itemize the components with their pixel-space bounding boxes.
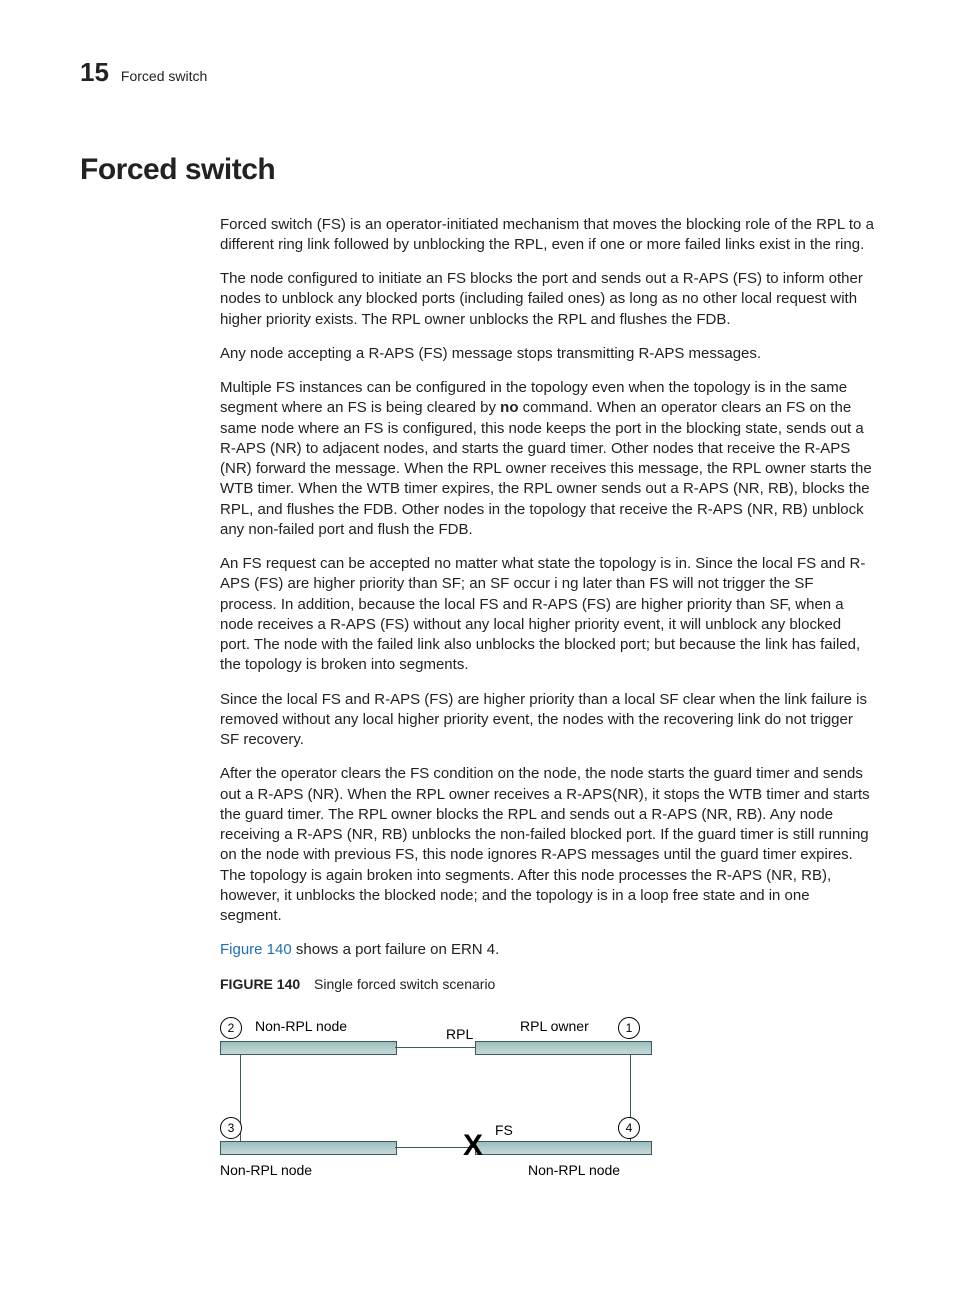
- node-circle-3: 3: [220, 1117, 242, 1139]
- node-circle-4: 4: [618, 1117, 640, 1139]
- body-content: Forced switch (FS) is an operator-initia…: [220, 215, 874, 1220]
- node-bar: [475, 1041, 652, 1055]
- node-bar: [220, 1041, 397, 1055]
- node-number: 2: [228, 1020, 235, 1036]
- link-horizontal: [395, 1047, 475, 1048]
- text: shows a port failure on ERN 4.: [292, 941, 500, 958]
- node-label: Non-RPL node: [528, 1161, 620, 1180]
- node-number: 4: [626, 1120, 633, 1136]
- node-circle-2: 2: [220, 1017, 242, 1039]
- paragraph: Since the local FS and R-APS (FS) are hi…: [220, 690, 874, 751]
- figure-label: FIGURE 140: [220, 976, 300, 992]
- node-label: RPL owner: [520, 1017, 589, 1036]
- paragraph: Multiple FS instances can be configured …: [220, 378, 874, 540]
- node-label: Non-RPL node: [255, 1017, 347, 1036]
- rpl-label: RPL: [446, 1025, 473, 1044]
- chapter-label: Forced switch: [121, 67, 207, 86]
- fs-block-icon: X: [463, 1131, 483, 1161]
- node-number: 3: [228, 1120, 235, 1136]
- figure-caption-text: Single forced switch scenario: [314, 976, 495, 992]
- node-label: Non-RPL node: [220, 1161, 312, 1180]
- node-bar: [475, 1141, 652, 1155]
- paragraph: Any node accepting a R-APS (FS) message …: [220, 344, 874, 364]
- node-number: 1: [626, 1020, 633, 1036]
- page: 15 Forced switch Forced switch Forced sw…: [0, 0, 954, 1299]
- paragraph: After the operator clears the FS conditi…: [220, 764, 874, 926]
- page-title: Forced switch: [80, 150, 874, 191]
- paragraph: Forced switch (FS) is an operator-initia…: [220, 215, 874, 256]
- paragraph: The node configured to initiate an FS bl…: [220, 269, 874, 330]
- node-bar: [220, 1141, 397, 1155]
- paragraph: An FS request can be accepted no matter …: [220, 554, 874, 676]
- command-word: no: [500, 399, 518, 416]
- chapter-number: 15: [80, 55, 109, 90]
- node-circle-1: 1: [618, 1017, 640, 1039]
- paragraph: Figure 140 shows a port failure on ERN 4…: [220, 940, 874, 960]
- figure-caption: FIGURE 140 Single forced switch scenario: [220, 975, 874, 994]
- diagram: 2 Non-RPL node RPL owner 1 RPL 3 Non-RPL…: [220, 1009, 650, 1219]
- page-header: 15 Forced switch: [80, 55, 874, 90]
- text: command. When an operator clears an FS o…: [220, 399, 872, 538]
- fs-label: FS: [495, 1121, 513, 1140]
- figure-reference-link[interactable]: Figure 140: [220, 941, 292, 958]
